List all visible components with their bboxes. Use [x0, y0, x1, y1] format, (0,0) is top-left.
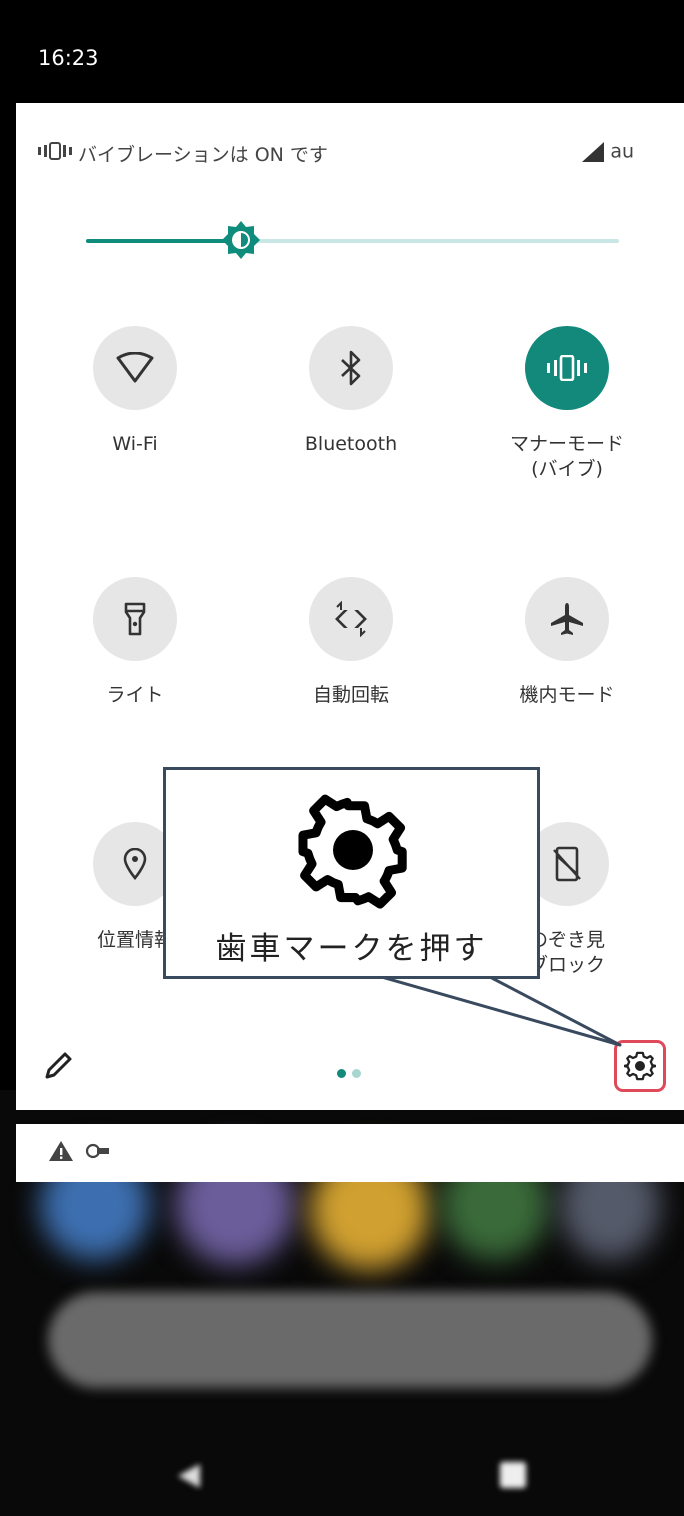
- instruction-callout: 歯車マークを押す: [163, 767, 540, 979]
- callout-text: 歯車マークを押す: [215, 931, 488, 967]
- gear-icon: [298, 794, 407, 909]
- callout-pointer: [376, 974, 622, 1047]
